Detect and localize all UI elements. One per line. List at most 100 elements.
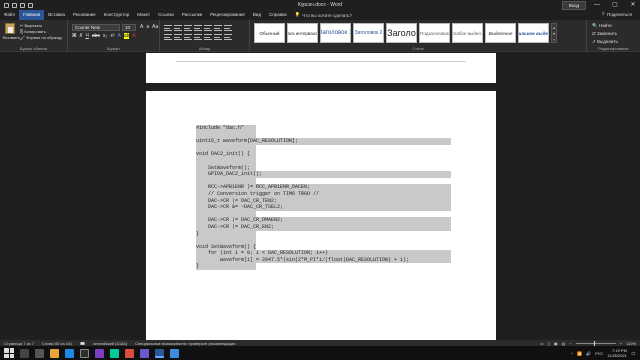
style-normal[interactable]: Обычный xyxy=(254,23,285,43)
copy-button[interactable]: ⎘ Копировать xyxy=(20,29,62,34)
telegram-icon[interactable] xyxy=(170,348,179,358)
highlight-color-icon[interactable]: ab xyxy=(123,33,130,39)
notifications-icon[interactable]: 🗨 xyxy=(631,351,636,356)
restore-button[interactable]: ▢ xyxy=(608,0,622,10)
visual-studio-icon[interactable] xyxy=(95,348,104,358)
style-emphasis[interactable]: Выделение xyxy=(485,23,516,43)
tab-design[interactable]: Конструктор xyxy=(100,10,134,20)
stm32-ide-icon[interactable] xyxy=(110,348,119,358)
zoom-out-icon[interactable]: − xyxy=(569,341,571,346)
code-line[interactable]: SetWaveform(); xyxy=(196,164,256,172)
volume-icon[interactable]: 🔊 xyxy=(586,351,591,356)
code-line[interactable] xyxy=(196,210,256,218)
code-line[interactable]: void DAC2_init() { xyxy=(196,151,256,158)
shading-icon[interactable] xyxy=(214,34,222,40)
tab-help[interactable]: Справка xyxy=(265,10,291,20)
strikethrough-button[interactable]: abc xyxy=(92,33,100,39)
tab-file[interactable]: Файл xyxy=(0,10,19,20)
style-heading-2[interactable]: Заголовок 2 xyxy=(353,23,384,43)
read-mode-icon[interactable]: ▯ xyxy=(548,341,550,346)
minimize-button[interactable]: — xyxy=(590,0,604,10)
grow-font-icon[interactable]: A xyxy=(140,24,143,30)
word-icon[interactable] xyxy=(155,348,164,358)
close-button[interactable]: ✕ xyxy=(626,0,640,10)
code-line[interactable]: DAC->CR |= DAC_CR_EN2; xyxy=(196,223,451,231)
style-intense-emphasis[interactable]: Сильное выде... xyxy=(518,23,549,43)
code-line[interactable] xyxy=(196,177,256,185)
font-color-icon[interactable]: A xyxy=(132,33,135,39)
tab-home[interactable]: Главная xyxy=(19,10,45,20)
zoom-slider[interactable] xyxy=(575,340,616,346)
discord-icon[interactable] xyxy=(140,348,149,358)
decrease-indent-icon[interactable] xyxy=(194,25,202,31)
tab-insert[interactable]: Вставка xyxy=(44,10,69,20)
document-page[interactable]: #include "dac.h" uint16_t waveform[DAC_RE… xyxy=(146,91,496,340)
show-marks-icon[interactable] xyxy=(224,25,232,31)
code-line[interactable]: DAC->CR |= DAC_CR_DMAEN2; xyxy=(196,217,451,224)
select-button[interactable]: ➚ Выделить xyxy=(592,39,618,45)
print-layout-icon[interactable]: ▣ xyxy=(554,341,558,346)
code-line[interactable] xyxy=(196,157,256,165)
tab-draw[interactable]: Рисование xyxy=(69,10,100,20)
borders-icon[interactable] xyxy=(224,34,232,40)
document-area[interactable]: #include "dac.h" uint16_t waveform[DAC_RE… xyxy=(0,53,640,340)
code-line[interactable]: GPIOA_DAC2_init(); xyxy=(196,171,451,178)
clock[interactable]: 7:19 PM 11/26/2021 xyxy=(607,348,627,358)
edge-icon[interactable] xyxy=(65,348,74,358)
style-subtitle[interactable]: Подзаголовок xyxy=(419,23,450,43)
align-right-icon[interactable] xyxy=(184,34,192,40)
code-line[interactable]: // Conversion trigger on TIM6 TRGO // xyxy=(196,190,451,198)
text-effects-icon[interactable]: A xyxy=(118,33,121,39)
underline-button[interactable]: Ч xyxy=(85,33,88,39)
code-line[interactable]: DAC->CR |= DAC_CR_TEN2; xyxy=(196,197,451,205)
tab-view[interactable]: Вид xyxy=(249,10,265,20)
code-line[interactable] xyxy=(196,144,256,152)
windows-start-icon[interactable] xyxy=(4,348,14,358)
superscript-button[interactable]: x² xyxy=(110,33,114,39)
focus-icon[interactable]: ▭ xyxy=(540,341,544,346)
tell-me-search[interactable]: 💡 Что вы хотите сделать? xyxy=(295,12,352,18)
code-line[interactable]: #include "dac.h" xyxy=(196,125,256,132)
tab-layout[interactable]: Макет xyxy=(133,10,154,20)
sign-in-button[interactable]: Вход xyxy=(561,0,586,10)
terminal-icon[interactable] xyxy=(80,348,89,358)
replace-button[interactable]: ⇄ Заменить xyxy=(592,31,618,37)
zoom-level[interactable]: 110% xyxy=(626,341,636,346)
more-styles-icon[interactable]: ▿ xyxy=(553,37,555,42)
code-line[interactable]: waveform[i] = 2047.5*(sin(2*M_PI*i/(floa… xyxy=(196,256,451,264)
styles-scroll[interactable]: ▴ ▾ ▿ xyxy=(551,23,557,43)
zoom-in-icon[interactable]: + xyxy=(620,341,622,346)
justify-icon[interactable] xyxy=(194,34,202,40)
proofing-icon[interactable]: 📖 xyxy=(80,341,85,346)
bold-button[interactable]: Ж xyxy=(72,33,77,39)
search-icon[interactable] xyxy=(20,348,29,358)
change-case-icon[interactable]: Aa xyxy=(152,24,158,30)
web-layout-icon[interactable]: ▤ xyxy=(562,341,566,346)
file-explorer-icon[interactable] xyxy=(50,348,59,358)
undo-icon[interactable] xyxy=(20,2,25,8)
code-line[interactable]: DAC->CR &= ~DAC_CR_TSEL2; xyxy=(196,204,451,211)
sort-icon[interactable] xyxy=(214,25,222,31)
tab-references[interactable]: Ссылки xyxy=(154,10,178,20)
code-block[interactable]: #include "dac.h" uint16_t waveform[DAC_RE… xyxy=(196,125,451,271)
numbering-icon[interactable] xyxy=(174,25,182,31)
style-subtle-emphasis[interactable]: Слабое выдел... xyxy=(452,23,483,43)
tab-review[interactable]: Рецензирование xyxy=(206,10,249,20)
line-spacing-icon[interactable] xyxy=(204,34,212,40)
network-icon[interactable]: 📶 xyxy=(577,351,582,356)
style-no-spacing[interactable]: Без интервала xyxy=(287,23,318,43)
cut-button[interactable]: ✂ Вырезать xyxy=(20,23,62,28)
code-line[interactable] xyxy=(196,131,256,139)
chevron-up-icon[interactable]: ▴ xyxy=(553,25,555,30)
word-count[interactable]: Слово 50 из 441 xyxy=(42,341,72,346)
page-count[interactable]: Страница 7 из 7 xyxy=(4,341,34,346)
chevron-up-icon[interactable]: ^ xyxy=(571,351,573,356)
subscript-button[interactable]: x₂ xyxy=(103,33,107,39)
code-line[interactable]: for (int i = 0; i < DAC_RESOLUTION; i++) xyxy=(196,250,451,257)
font-name-select[interactable]: Courier New xyxy=(72,24,120,31)
align-center-icon[interactable] xyxy=(174,34,182,40)
code-line[interactable]: RCC->APB1ENR |= RCC_APB1ENR_DACEN; xyxy=(196,184,451,191)
tab-mailings[interactable]: Рассылки xyxy=(178,10,206,20)
style-heading-1[interactable]: Заголовок 1 xyxy=(320,23,351,43)
code-line[interactable]: uint16_t waveform[DAC_RESOLUTION]; xyxy=(196,138,451,145)
